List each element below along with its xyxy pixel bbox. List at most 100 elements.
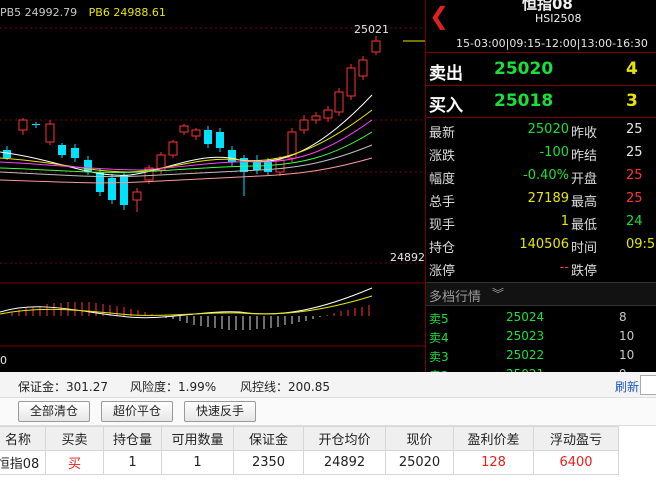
position-qty: 1 [103,450,162,475]
chart-low-label: 24892 [390,251,425,264]
depth-row[interactable]: 卖4 25023 10 [426,328,656,347]
risk-text: 风险度：1.99% [130,380,217,394]
position-row[interactable]: 恒指08 买 1 1 2350 24892 25020 128 6400 [0,450,619,475]
quote-panel: ❮ 恒指08 HSI2508 15-03:00|09:15-12:00|13:0… [425,0,656,372]
stat-label: 幅度 [429,172,456,187]
positions-header-row: 名称 买卖 持仓量 可用数量 保证金 开仓均价 现价 盈利价差 浮动盈亏 [0,426,619,451]
chart-high-label: 25021 [354,23,389,36]
col-pnl[interactable]: 浮动盈亏 [533,426,619,451]
position-diff: 128 [453,450,534,475]
candlestick-chart[interactable]: PB5 24992.79 PB6 24988.61 25021 24892 0 [0,0,425,372]
stat-label: 涨跌 [429,149,456,164]
depth-label: 卖5 [429,312,449,326]
col-avail[interactable]: 可用数量 [161,426,234,451]
stat-value: -0.40% [523,168,569,183]
back-arrow-icon[interactable]: ❮ [429,2,449,30]
quote-row: 涨停 -- 跌停 [426,257,656,280]
quote-row: 总手 27189 最高 25 [426,188,656,211]
close-all-button[interactable]: 全部清仓 [18,401,90,422]
candle-body [228,150,236,162]
stat-value: 25 [626,145,643,160]
candle-body [132,191,142,201]
depth-volume: 8 [619,310,627,324]
candle-body [120,175,128,205]
stat-value: 27189 [527,191,569,206]
stat-label: 涨停 [429,264,456,279]
stat-label: 昨结 [571,149,598,164]
col-side[interactable]: 买卖 [45,426,104,451]
stat-label: 跌停 [571,264,598,279]
col-name[interactable]: 名称 [0,426,46,451]
positions-table: 名称 买卖 持仓量 可用数量 保证金 开仓均价 现价 盈利价差 浮动盈亏 恒指0… [0,426,619,475]
stat-value: -100 [539,145,569,160]
candle-body [168,141,178,156]
depth-header[interactable]: 多档行情 ︾ [426,282,656,306]
quick-reverse-button[interactable]: 快速反手 [184,401,256,422]
candle-body [58,145,66,155]
col-price[interactable]: 现价 [385,426,454,451]
depth-title: 多档行情 [429,290,482,305]
stat-value: 25020 [527,122,569,137]
depth-row[interactable]: 卖3 25022 10 [426,347,656,366]
sell-row[interactable]: 卖出 25020 4 [426,55,656,85]
position-side: 买 [45,450,104,475]
col-qty[interactable]: 持仓量 [103,426,162,451]
trading-sessions: 15-03:00|09:15-12:00|13:00-16:30 [456,37,648,50]
candle-body [334,91,344,113]
stat-value: 24 [626,214,643,229]
stat-value: 25 [626,122,643,137]
candle-body [108,178,116,200]
account-bar: 保证金：301.27 风险度：1.99% 风控线：200.85 刷新 [0,372,656,398]
candle-body [3,150,11,158]
sell-price: 25020 [494,59,554,79]
over-price-close-button[interactable]: 超价平仓 [101,401,173,422]
position-name: 恒指08 [0,450,46,475]
stat-label: 持仓 [429,241,456,256]
divider [426,85,656,86]
depth-price: 25022 [506,348,545,362]
macd-dea-line [0,295,373,316]
chart-canvas [0,27,425,347]
stat-label: 最低 [571,218,598,233]
depth-volume: 10 [619,329,635,343]
stat-label: 开盘 [571,172,598,187]
risk-line-text: 风控线：200.85 [240,380,330,394]
stat-label: 时间 [571,241,598,256]
candle-body [179,125,189,133]
col-avg-price[interactable]: 开仓均价 [303,426,386,451]
divider [426,52,656,53]
candle-body [311,115,321,121]
account-input[interactable] [640,375,656,395]
macd-zero-label: 0 [0,354,7,367]
candle-body [191,129,201,137]
quote-row: 持仓 140506 时间 09:5 [426,234,656,257]
candle-body [275,159,285,173]
stat-label: 总手 [429,195,456,210]
margin-text: 保证金：301.27 [18,380,108,394]
buy-price: 25018 [494,91,554,111]
col-margin[interactable]: 保证金 [233,426,304,451]
depth-row[interactable]: 卖5 25024 8 [426,309,656,328]
symbol-code: HSI2508 [535,12,582,25]
candle-body [346,67,356,97]
stat-value: -- [559,260,569,275]
candle-body [371,40,381,53]
candle-body [71,148,79,158]
col-diff[interactable]: 盈利价差 [453,426,534,451]
buy-row[interactable]: 买入 25018 3 [426,87,656,117]
refresh-link[interactable]: 刷新 [615,378,639,395]
ma-legend-pb5: PB5 24992.79 [0,6,78,19]
stat-label: 现手 [429,218,456,233]
candle-body [299,119,309,131]
stat-value: 25 [626,168,643,183]
stat-label: 最高 [571,195,598,210]
quote-row: 最新 25020 昨收 25 [426,119,656,142]
stat-value: 09:5 [626,237,656,252]
candle-body [323,109,333,119]
double-chevron-down-icon[interactable]: ︾ [492,285,504,302]
sell-label: 卖出 [429,64,463,84]
stat-value: 1 [560,214,569,229]
stat-value: 140506 [519,237,569,252]
ma-legend: PB5 24992.79 PB6 24988.61 [0,6,174,19]
ma-legend-pb6: PB6 24988.61 [88,6,166,19]
